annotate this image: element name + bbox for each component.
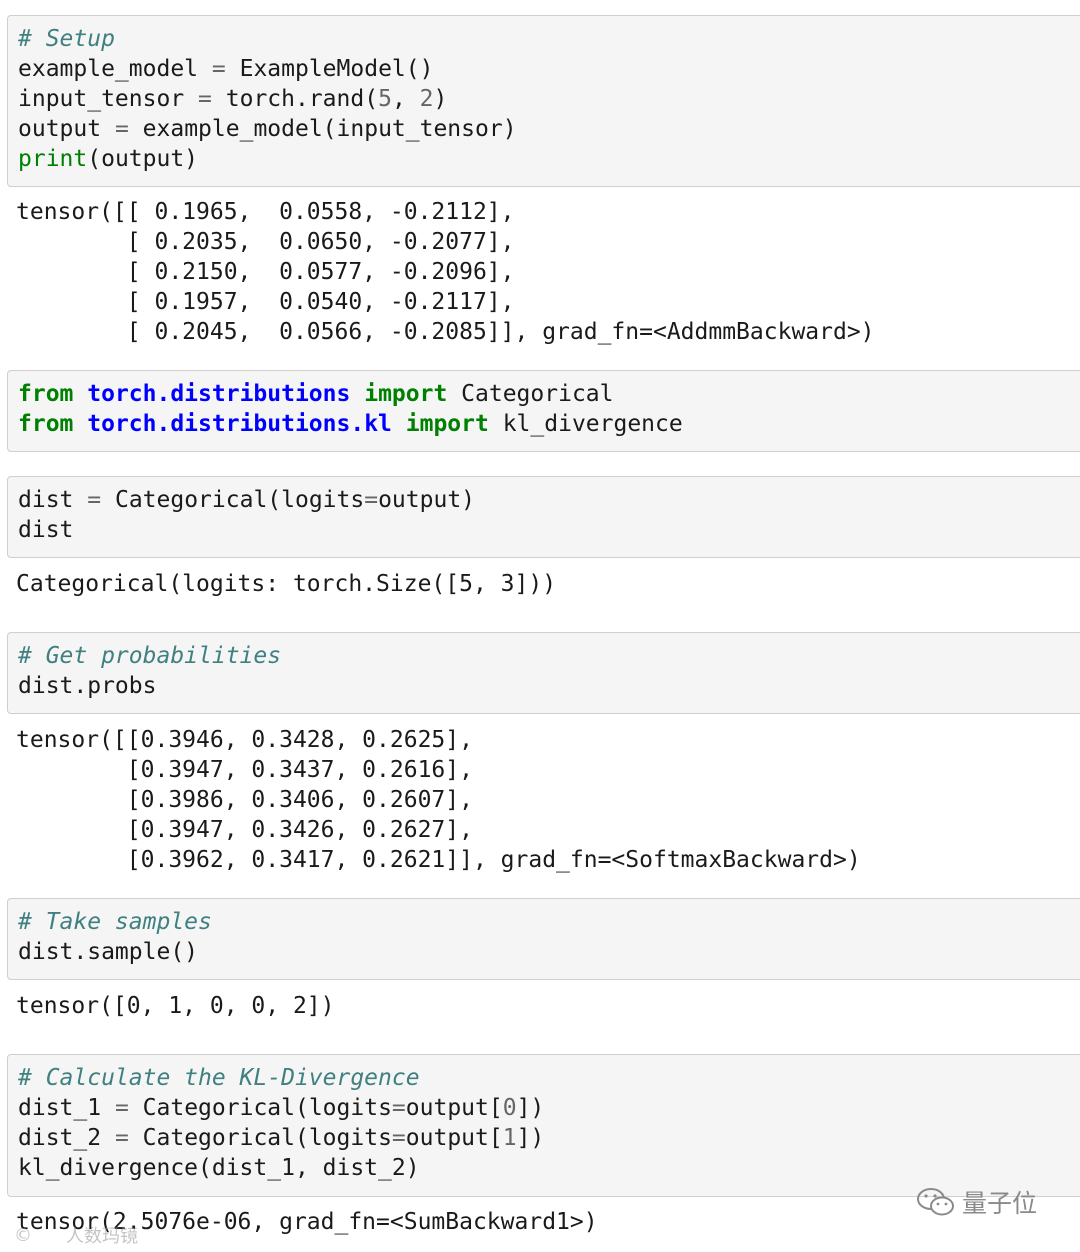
comment-setup: # Setup	[18, 26, 115, 52]
output-line: [ 0.2150, 0.0577, -0.2096],	[16, 259, 515, 285]
output-line: [0.3947, 0.3426, 0.2627],	[16, 817, 473, 843]
code-cell-probs[interactable]: # Get probabilities dist.probs	[7, 632, 1080, 714]
code-line: dist	[18, 517, 74, 543]
code-line: input_tensor = torch.rand(5, 2)	[18, 86, 448, 112]
code-line: output = example_model(input_tensor)	[18, 116, 517, 142]
output-line: Categorical(logits: torch.Size([5, 3]))	[16, 571, 557, 597]
comment-kl: # Calculate the KL-Divergence	[18, 1065, 420, 1091]
watermark-bottom-left: © 人数玛镜	[14, 1222, 138, 1248]
cell-output-setup: tensor([[ 0.1965, 0.0558, -0.2112], [ 0.…	[16, 197, 875, 347]
cell-output-sample: tensor([0, 1, 0, 0, 2])	[16, 991, 335, 1021]
code-line: dist_2 = Categorical(logits=output[1])	[18, 1125, 545, 1151]
code-cell-dist[interactable]: dist = Categorical(logits=output) dist	[7, 476, 1080, 558]
watermark-brand-text: 量子位	[962, 1189, 1038, 1218]
comment-samples: # Take samples	[18, 909, 212, 935]
output-line: [ 0.1957, 0.0540, -0.2117],	[16, 289, 515, 315]
code-line: example_model = ExampleModel()	[18, 56, 434, 82]
code-line: dist = Categorical(logits=output)	[18, 487, 476, 513]
output-line: [0.3986, 0.3406, 0.2607],	[16, 787, 473, 813]
output-line: tensor([[ 0.1965, 0.0558, -0.2112],	[16, 199, 515, 225]
watermark-brand: 量子位	[916, 1184, 1037, 1220]
code-line: kl_divergence(dist_1, dist_2)	[18, 1155, 420, 1181]
output-line: [0.3962, 0.3417, 0.2621]], grad_fn=<Soft…	[16, 847, 861, 873]
cell-output-dist: Categorical(logits: torch.Size([5, 3]))	[16, 569, 556, 599]
output-line: [0.3947, 0.3437, 0.2616],	[16, 757, 473, 783]
code-line: print(output)	[18, 146, 199, 172]
comment-probs: # Get probabilities	[18, 643, 282, 669]
cell-output-probs: tensor([[0.3946, 0.3428, 0.2625], [0.394…	[16, 725, 861, 875]
output-line: [ 0.2045, 0.0566, -0.2085]], grad_fn=<Ad…	[16, 319, 875, 345]
import-line: from torch.distributions import Categori…	[18, 381, 614, 407]
code-line: dist_1 = Categorical(logits=output[0])	[18, 1095, 545, 1121]
code-line: dist.probs	[18, 673, 157, 699]
output-line: tensor([0, 1, 0, 0, 2])	[16, 993, 335, 1019]
code-cell-sample[interactable]: # Take samples dist.sample()	[7, 898, 1080, 980]
code-cell-imports[interactable]: from torch.distributions import Categori…	[7, 370, 1080, 452]
code-line: dist.sample()	[18, 939, 199, 965]
code-cell-setup[interactable]: # Setup example_model = ExampleModel() i…	[7, 15, 1080, 187]
import-line: from torch.distributions.kl import kl_di…	[18, 411, 683, 437]
output-line: [ 0.2035, 0.0650, -0.2077],	[16, 229, 515, 255]
output-line: tensor([[0.3946, 0.3428, 0.2625],	[16, 727, 473, 753]
watermark-logo-icon: ©	[14, 1224, 32, 1246]
watermark-bottom-left-text: 人数玛镜	[66, 1226, 138, 1247]
code-cell-kl[interactable]: # Calculate the KL-Divergence dist_1 = C…	[7, 1054, 1080, 1197]
wechat-icon	[917, 1188, 954, 1216]
